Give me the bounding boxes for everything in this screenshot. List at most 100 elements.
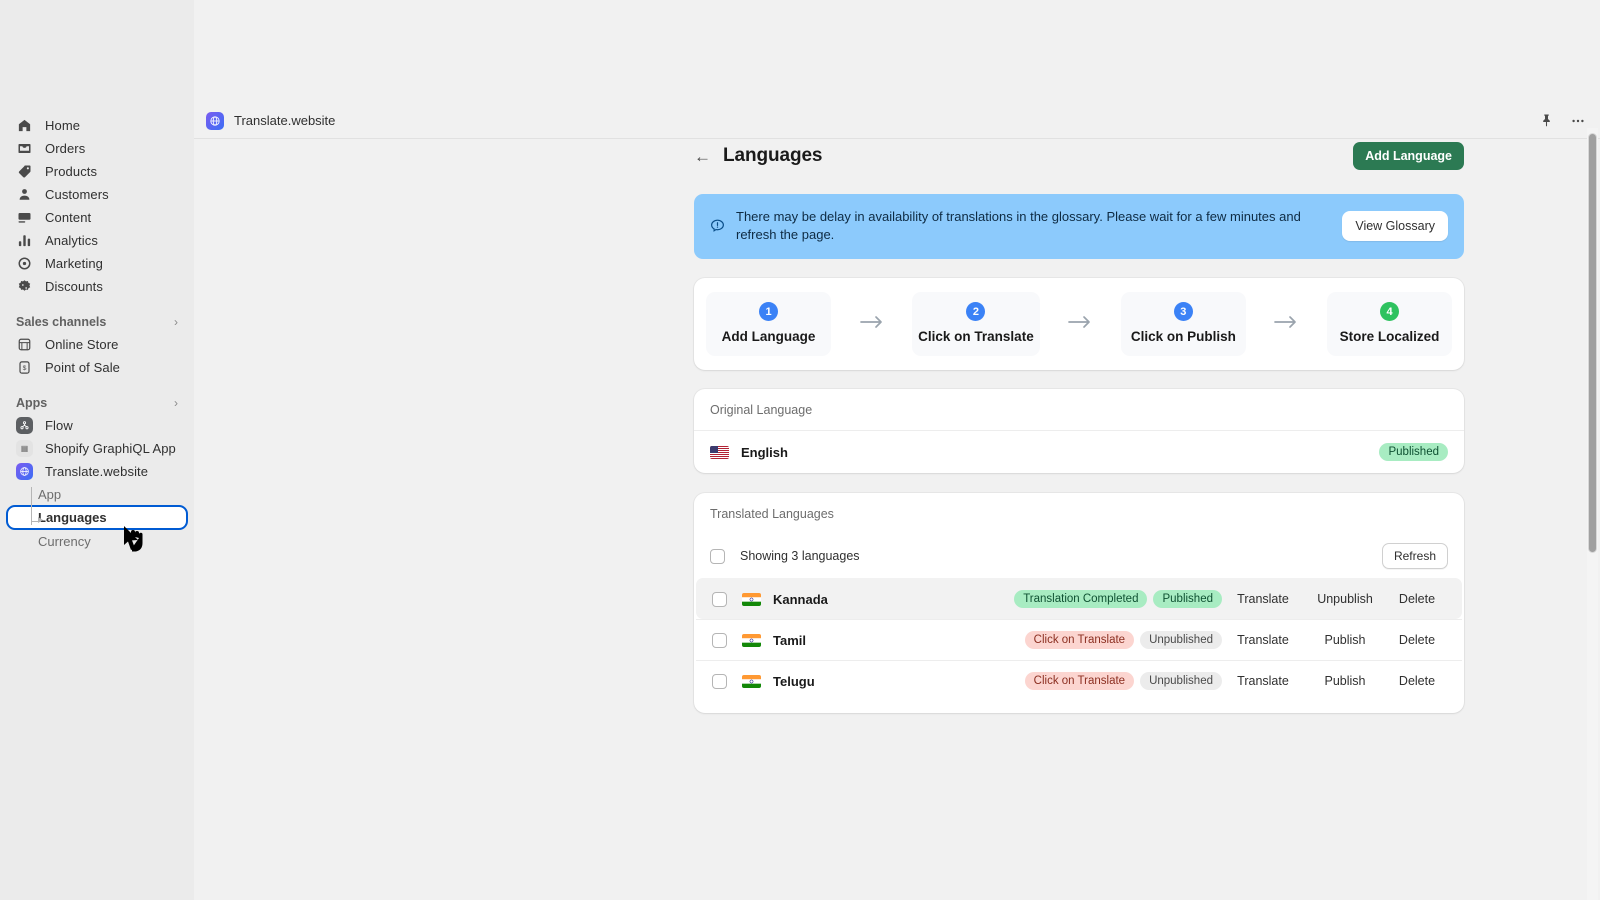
svg-text:$: $: [23, 365, 27, 372]
sidebar-main-nav: Home Orders Products Customers Content A…: [0, 114, 194, 298]
sidebar: Home Orders Products Customers Content A…: [0, 0, 194, 900]
chevron-right-icon: ›: [174, 315, 178, 329]
sidebar-item-label: Shopify GraphiQL App: [45, 441, 176, 456]
pos-icon: $: [16, 359, 33, 376]
row-checkbox[interactable]: [712, 632, 727, 648]
table-row[interactable]: Kannada Translation Completed Published …: [696, 578, 1462, 620]
sidebar-item-customers[interactable]: Customers: [8, 183, 186, 206]
delete-action[interactable]: Delete: [1386, 633, 1448, 647]
step-label: Add Language: [721, 329, 816, 345]
languages-page: ← Languages Add Language There may be de…: [694, 140, 1464, 714]
sidebar-section-apps[interactable]: Apps ›: [8, 392, 186, 414]
translate-action[interactable]: Translate: [1222, 592, 1304, 606]
sidebar-item-marketing[interactable]: Marketing: [8, 252, 186, 275]
sidebar-item-label: Home: [45, 118, 81, 133]
original-language-card: Original Language English Published: [694, 389, 1464, 474]
delete-action[interactable]: Delete: [1386, 592, 1448, 606]
publish-action[interactable]: Publish: [1304, 674, 1386, 688]
row-badges: Click on Translate Unpublished: [1024, 631, 1222, 650]
sidebar-section-sales-channels[interactable]: Sales channels ›: [8, 311, 186, 333]
pin-icon[interactable]: [1539, 113, 1554, 128]
sidebar-item-label: Orders: [45, 141, 86, 156]
add-language-button[interactable]: Add Language: [1353, 142, 1464, 170]
sidebar-item-point-of-sale[interactable]: $ Point of Sale: [8, 356, 186, 379]
row-actions: Translate Publish Delete: [1222, 633, 1448, 647]
more-horizontal-icon[interactable]: [1570, 113, 1586, 129]
section-title: Sales channels: [16, 315, 107, 329]
flag-in-icon: [742, 592, 761, 606]
table-row[interactable]: Tamil Click on Translate Unpublished Tra…: [696, 619, 1462, 660]
unpublish-action[interactable]: Unpublish: [1304, 592, 1386, 606]
sidebar-item-online-store[interactable]: Online Store: [8, 333, 186, 356]
section-title: Apps: [16, 396, 48, 410]
sidebar-item-discounts[interactable]: Discounts: [8, 275, 186, 298]
row-checkbox[interactable]: [712, 591, 727, 607]
storefront-icon: [16, 336, 33, 353]
publish-status-badge: Published: [1153, 590, 1222, 609]
translation-status-badge: Click on Translate: [1024, 631, 1135, 650]
language-name: Tamil: [773, 632, 806, 648]
sidebar-subitem-app[interactable]: App: [8, 483, 186, 505]
banner-message: There may be delay in availability of tr…: [736, 209, 1301, 243]
tree-connector-line: [31, 487, 32, 525]
glossary-delay-banner: There may be delay in availability of tr…: [694, 194, 1464, 259]
nav-spacer-1: [0, 298, 194, 311]
sidebar-item-products[interactable]: Products: [8, 160, 186, 183]
workflow-step-1: 1 Add Language: [706, 291, 831, 357]
info-alert-icon: [706, 218, 728, 235]
app-title: Translate.website: [234, 113, 336, 128]
step-number-badge: 1: [759, 302, 778, 322]
translate-website-app-icon: [206, 111, 224, 130]
sidebar-item-analytics[interactable]: Analytics: [8, 229, 186, 252]
flag-us-icon: [710, 445, 729, 459]
arrow-right-icon: [1040, 313, 1121, 335]
translated-languages-toolbar: Showing 3 languages Refresh: [694, 534, 1464, 578]
publish-status-badge: Unpublished: [1140, 631, 1222, 650]
page-title: Languages: [723, 145, 823, 166]
translation-status-badge: Translation Completed: [1014, 590, 1148, 609]
sidebar-item-content[interactable]: Content: [8, 206, 186, 229]
sidebar-item-home[interactable]: Home: [8, 114, 186, 137]
sidebar-item-label: Products: [45, 164, 98, 179]
step-number-badge: 3: [1173, 302, 1193, 322]
row-checkbox[interactable]: [712, 673, 727, 689]
back-arrow-icon[interactable]: ←: [694, 148, 711, 165]
translate-action[interactable]: Translate: [1222, 633, 1304, 647]
sidebar-subitem-currency[interactable]: Currency: [8, 530, 186, 552]
sidebar-item-label: Marketing: [45, 256, 103, 271]
workflow-step-3: 3 Click on Publish: [1120, 291, 1246, 357]
sidebar-item-shopify-graphiql-app[interactable]: ▦ Shopify GraphiQL App: [8, 437, 186, 460]
sidebar-subitem-languages[interactable]: Languages: [6, 505, 188, 530]
workflow-step-4: 4 Store Localized: [1327, 291, 1453, 357]
language-name: English: [741, 444, 788, 460]
original-language-section-label: Original Language: [710, 403, 813, 418]
status-badge: Published: [1379, 443, 1448, 462]
view-glossary-button[interactable]: View Glossary: [1342, 211, 1448, 242]
table-row[interactable]: Telugu Click on Translate Unpublished Tr…: [696, 660, 1462, 701]
sidebar-item-label: Flow: [45, 418, 73, 433]
language-name: Telugu: [773, 673, 815, 689]
row-badges: Click on Translate Unpublished: [1024, 672, 1222, 691]
delete-action[interactable]: Delete: [1386, 674, 1448, 688]
chevron-right-icon: ›: [174, 396, 178, 410]
page-header: ← Languages Add Language: [694, 140, 1464, 172]
row-badges: Translation Completed Published: [1014, 590, 1222, 609]
refresh-button[interactable]: Refresh: [1381, 543, 1448, 570]
sidebar-item-translate-website[interactable]: Translate.website: [8, 460, 186, 483]
step-label: Click on Translate: [918, 329, 1034, 345]
select-all-checkbox[interactable]: [710, 548, 725, 564]
sidebar-item-orders[interactable]: Orders: [8, 137, 186, 160]
original-language-row: English Published: [694, 430, 1464, 473]
publish-action[interactable]: Publish: [1304, 633, 1386, 647]
sidebar-item-label: Translate.website: [45, 464, 149, 479]
main-area: Translate.website ← Languages Add Langua…: [194, 0, 1600, 900]
products-tag-icon: [16, 163, 33, 180]
translate-action[interactable]: Translate: [1222, 674, 1304, 688]
sidebar-item-flow[interactable]: Flow: [8, 414, 186, 437]
analytics-bars-icon: [16, 232, 33, 249]
row-actions: Translate Unpublish Delete: [1222, 592, 1448, 606]
content-icon: [16, 209, 33, 226]
language-name: Kannada: [773, 591, 828, 607]
arrow-right-icon: [831, 313, 912, 335]
workflow-steps-card: 1 Add Language 2 Click on Translate 3 Cl…: [694, 277, 1464, 371]
